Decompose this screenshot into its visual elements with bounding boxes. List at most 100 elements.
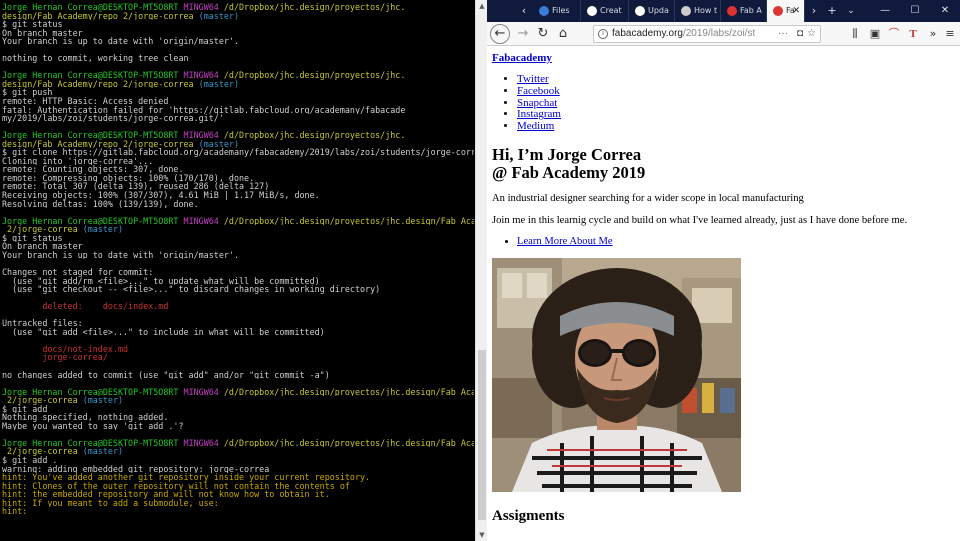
- terminal-line: Receiving objects: 100% (307/307), 4.61 …: [2, 191, 474, 200]
- library-icon[interactable]: ⫼: [847, 25, 863, 43]
- terminal-text-segment: /d/Dropbox/jhc.design/proyectos/jhc.desi…: [223, 438, 474, 448]
- scroll-down-arrow-icon[interactable]: ▼: [476, 529, 487, 541]
- browser-tab[interactable]: Fa ✕: [767, 0, 805, 22]
- bookmark-star-icon[interactable]: ☆: [807, 26, 816, 42]
- minimize-icon[interactable]: —: [870, 0, 900, 22]
- terminal-text-segment: $ git clone https://gitlab.fabcloud.org/…: [2, 148, 474, 157]
- site-title-link[interactable]: Fabacademy: [492, 52, 552, 64]
- navigation-toolbar: ← → ↻ ⌂ i fabacademy.org/2019/labs/zoi/s…: [487, 22, 960, 46]
- tab-close-icon[interactable]: ✕: [792, 0, 800, 22]
- terminal-line: 2/jorge-correa (master): [2, 447, 474, 456]
- terminal-text-segment: remote: Counting objects: 307, done.: [2, 165, 184, 174]
- profile-photo-illustration: [492, 258, 741, 492]
- list-all-tabs-icon[interactable]: ⌄: [842, 0, 860, 22]
- terminal-line: Your branch is up to date with 'origin/m…: [2, 37, 474, 46]
- terminal-line: design/Fab Academy/repo 2/jorge-correa (…: [2, 80, 474, 89]
- terminal-text-segment: On branch master: [2, 28, 83, 38]
- terminal-text-segment: /d/Dropbox/jhc.design/proyectos/jhc.: [223, 71, 406, 80]
- browser-tab[interactable]: Upda: [629, 0, 675, 22]
- window-close-icon[interactable]: ✕: [930, 0, 960, 22]
- extension-t-icon[interactable]: T: [905, 25, 921, 43]
- scroll-up-arrow-icon[interactable]: ▲: [476, 0, 487, 12]
- page-title: Hi, I’m Jorge Correa @ Fab Academy 2019: [492, 146, 645, 182]
- medium-link[interactable]: Medium: [517, 120, 554, 132]
- twitter-link[interactable]: Twitter: [517, 73, 549, 85]
- url-bar[interactable]: i fabacademy.org/2019/labs/zoi/st ··· ◘ …: [593, 25, 821, 43]
- extension-arc-icon[interactable]: ⌒: [886, 25, 902, 43]
- files-icon: [539, 5, 549, 16]
- terminal-line: Cloning into 'jorge-correa'...: [2, 157, 474, 166]
- back-arrow-icon[interactable]: ←: [490, 24, 510, 44]
- terminal-text-segment: $ git add: [2, 404, 48, 414]
- terminal-text-segment: $ git status: [2, 233, 63, 243]
- terminal-text-segment: Jorge Hernan Correa@DESKTOP-MT5O8RT: [2, 3, 184, 12]
- snapchat-link[interactable]: Snapchat: [517, 97, 557, 109]
- terminal-line: hint: You've added another git repositor…: [2, 473, 474, 482]
- terminal-line: $ git status: [2, 20, 474, 29]
- overflow-menu-icon[interactable]: »: [925, 25, 941, 43]
- terminal-text-segment: design/Fab Academy/repo 2/jorge-correa: [2, 139, 199, 149]
- terminal-text-segment: 2/jorge-correa: [2, 447, 83, 456]
- terminal-text-segment: 2/jorge-correa: [2, 396, 83, 405]
- webpage-content: Fabacademy Twitter Facebook Snapchat Ins…: [487, 46, 960, 541]
- browser-tab[interactable]: Files: [533, 0, 581, 22]
- terminal-line: fatal: Authentication failed for 'https:…: [2, 106, 474, 115]
- terminal-scrollbar[interactable]: ▲ ▼: [475, 0, 487, 541]
- terminal-text-segment: (master): [198, 139, 239, 149]
- sidebar-icon[interactable]: ▣: [867, 25, 883, 43]
- pocket-icon[interactable]: ◘: [797, 26, 803, 42]
- terminal-text-segment: MINGW64: [183, 216, 224, 226]
- terminal-text-segment: /d/Dropbox/jhc.design/proyectos/jhc.: [223, 3, 406, 12]
- github-icon: [587, 5, 597, 16]
- terminal-line: Resolving deltas: 100% (139/139), done.: [2, 200, 474, 209]
- terminal-scroll-thumb[interactable]: [478, 350, 486, 520]
- maximize-icon[interactable]: ☐: [900, 0, 930, 22]
- terminal-text-segment: (master): [82, 396, 124, 405]
- terminal-line: Jorge Hernan Correa@DESKTOP-MT5O8RT MING…: [2, 71, 474, 80]
- terminal-text-segment: $ git push: [2, 88, 53, 98]
- terminal-line: (use "git add <file>..." to include in w…: [2, 328, 474, 337]
- terminal-line: On branch master: [2, 242, 474, 251]
- terminal-text-segment: docs/not-index.md: [2, 344, 129, 354]
- tab-label: Files: [552, 6, 570, 15]
- terminal-text-segment: Your branch is up to date with 'origin/m…: [2, 250, 239, 260]
- site-info-icon[interactable]: i: [598, 29, 608, 39]
- tab-label: Fab A: [740, 6, 762, 15]
- terminal-text-segment: design/Fab Academy/repo 2/jorge-correa: [2, 79, 199, 89]
- terminal-line: On branch master: [2, 29, 474, 38]
- instagram-link[interactable]: Instagram: [517, 108, 561, 120]
- hamburger-menu-icon[interactable]: ≡: [942, 25, 958, 43]
- terminal-text-segment: deleted: docs/index.md: [2, 302, 169, 311]
- forward-arrow-icon[interactable]: →: [513, 24, 533, 44]
- terminal-text-segment: MINGW64: [183, 387, 224, 397]
- tab-scroll-right-icon[interactable]: ›: [805, 0, 823, 22]
- terminal-text-segment: On branch master: [2, 242, 83, 251]
- browser-tab[interactable]: How t: [675, 0, 721, 22]
- terminal-line: Jorge Hernan Correa@DESKTOP-MT5O8RT MING…: [2, 388, 474, 397]
- terminal-text-segment: hint:: [2, 507, 28, 516]
- about-me-link[interactable]: Learn More About Me: [517, 236, 613, 247]
- terminal-text-segment: Resolving deltas: 100% (139/139), done.: [2, 199, 199, 209]
- git-bash-terminal[interactable]: Jorge Hernan Correa@DESKTOP-MT5O8RT MING…: [0, 0, 487, 541]
- browser-tab[interactable]: Fab A: [721, 0, 767, 22]
- terminal-line: remote: Counting objects: 307, done.: [2, 165, 474, 174]
- new-tab-button[interactable]: +: [823, 0, 841, 22]
- terminal-output: Jorge Hernan Correa@DESKTOP-MT5O8RT MING…: [2, 3, 474, 516]
- intro-paragraph: An industrial designer searching for a w…: [492, 193, 804, 204]
- tab-label: Upda: [648, 6, 669, 15]
- home-icon[interactable]: ⌂: [553, 24, 573, 44]
- browser-tab[interactable]: Creat: [581, 0, 629, 22]
- terminal-text-segment: $ git add .: [2, 455, 58, 465]
- hero-line-2: @ Fab Academy 2019: [492, 163, 646, 182]
- github-icon: [635, 5, 645, 16]
- terminal-line: hint: Clones of the outer repository wil…: [2, 482, 474, 491]
- tab-scroll-left-icon[interactable]: ‹: [515, 0, 533, 22]
- reload-icon[interactable]: ↻: [533, 24, 553, 44]
- page-actions-icon[interactable]: ···: [778, 26, 788, 42]
- terminal-text-segment: remote: Compressing objects: 100% (170/1…: [2, 173, 255, 183]
- facebook-link[interactable]: Facebook: [517, 85, 560, 97]
- terminal-text-segment: hint: You've added another git repositor…: [2, 473, 371, 482]
- tab-label: How t: [694, 6, 718, 15]
